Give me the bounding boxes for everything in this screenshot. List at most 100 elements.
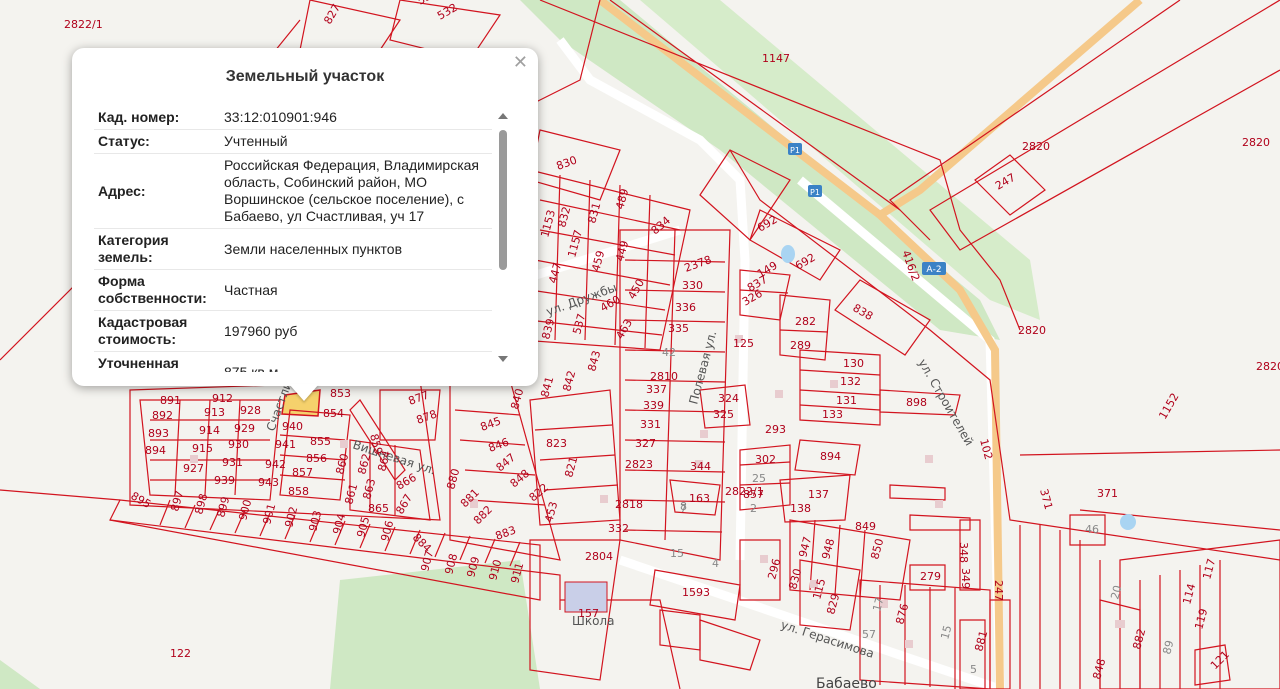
attribute-value: Учтенный	[220, 129, 492, 154]
parcel-number: 531	[415, 0, 440, 8]
parcel-number: 867	[393, 492, 415, 517]
parcel-number: 943	[258, 476, 279, 489]
parcel-number: 899	[214, 495, 232, 519]
attribute-value: 875 кв.м	[220, 351, 492, 372]
parcel-number: 157	[578, 607, 599, 620]
highway-badge: А-2	[922, 262, 946, 275]
parcel-number: 125	[733, 337, 754, 350]
scroll-down-icon[interactable]	[498, 356, 508, 362]
parcel-number: 854	[323, 407, 344, 420]
attribute-row: Статус: Учтенный	[94, 129, 492, 154]
parcel-number: 279	[920, 570, 941, 583]
parcel-number: 46	[1085, 523, 1099, 536]
parcel-number: 900	[236, 498, 254, 522]
parcel-number: 939	[214, 474, 235, 487]
parcel-number: 842	[560, 369, 578, 393]
parcel-number: 57	[862, 628, 876, 641]
parcel-number: 117	[1200, 557, 1218, 581]
svg-text:А-2: А-2	[926, 265, 941, 275]
parcel-number: 1147	[762, 52, 790, 65]
parcel-number: 855	[310, 435, 331, 448]
parcel-number: 831	[585, 201, 603, 225]
parcel-number: 847	[494, 451, 518, 474]
parcel-info-popup: Земельный участок ✕ Кад. номер: 33:12:010…	[72, 48, 538, 386]
close-icon[interactable]: ✕	[513, 52, 528, 73]
parcel-number: 893	[148, 427, 169, 440]
parcel-number: 898	[906, 396, 927, 409]
parcel-number: 2820	[1242, 136, 1270, 149]
parcel-number: 863	[360, 477, 378, 501]
parcel-number: 138	[790, 502, 811, 515]
parcel-number: 15	[938, 624, 954, 641]
parcel-number: 848	[508, 467, 532, 490]
parcel-number: 2820	[1018, 324, 1046, 337]
parcel-number: 843	[585, 349, 603, 373]
parcel-number: 860	[333, 452, 351, 476]
parcel-number: 840	[508, 387, 526, 411]
scrollbar-thumb[interactable]	[499, 130, 507, 270]
parcel-number: 940	[282, 420, 303, 433]
parcel-number: 282	[795, 315, 816, 328]
parcel-number: 904	[330, 512, 348, 536]
parcel-number: 827	[321, 2, 343, 27]
parcel-number: 5	[970, 663, 977, 676]
parcel-number: 894	[820, 450, 841, 463]
attribute-label: Статус:	[94, 129, 220, 154]
popup-scrollbar[interactable]	[498, 110, 510, 368]
parcel-number: 336	[675, 301, 696, 314]
parcel-number: 324	[718, 392, 739, 405]
popup-title: Земельный участок	[225, 68, 385, 85]
attribute-row: Форма собственности: Частная	[94, 269, 492, 311]
parcel-number: 861	[342, 482, 360, 506]
parcel-number: 332	[608, 522, 629, 535]
parcel-number: 948	[819, 537, 837, 561]
street-polevaya: Полевая ул.	[686, 329, 719, 406]
parcel-number: 133	[822, 408, 843, 421]
attribute-value: Частная	[220, 269, 492, 311]
attribute-value: Российская Федерация, Владимирская облас…	[220, 153, 492, 229]
parcel-number: 823	[546, 437, 567, 450]
parcel-number: 2	[750, 502, 757, 515]
svg-text:Р1: Р1	[790, 146, 800, 155]
parcel-number: 898	[192, 492, 210, 516]
parcel-number: 892	[152, 409, 173, 422]
parcel-number: 302	[755, 453, 776, 466]
attribute-label: Форма собственности:	[94, 269, 220, 311]
highway-badge: Р1	[788, 143, 802, 155]
parcel-number: 247	[992, 580, 1005, 601]
parcel-number: 841	[538, 375, 556, 399]
parcel-number: 447	[546, 261, 564, 285]
parcel-number: 371	[1037, 487, 1055, 511]
parcel-number: 905	[354, 515, 372, 539]
parcel-number: 941	[275, 438, 296, 451]
parcel-number: 1152	[1156, 391, 1181, 422]
parcel-number: 891	[160, 394, 181, 407]
parcel-number: 883	[494, 523, 518, 542]
parcel-number: 163	[689, 492, 710, 505]
parcel-number: 4	[712, 557, 719, 570]
parcel-number: 119	[1192, 607, 1210, 631]
parcel-attributes-table: Кад. номер: 33:12:010901:946 Статус: Учтенн…	[94, 106, 492, 372]
parcel-number: 897	[168, 489, 186, 513]
parcel-number: 2818	[615, 498, 643, 511]
parcel-number: 866	[394, 471, 419, 493]
attribute-value: 197960 руб	[220, 310, 492, 352]
parcel-number: 903	[306, 509, 324, 533]
parcel-number: 829	[824, 592, 842, 616]
parcel-number: 876	[893, 602, 911, 626]
scroll-up-icon[interactable]	[498, 113, 508, 119]
parcel-number: 337	[646, 383, 667, 396]
parcel-number: 335	[668, 322, 689, 335]
parcel-number: 907	[418, 549, 436, 573]
village-label: Бабаево	[816, 676, 877, 689]
attribute-label: Кадастровая стоимость:	[94, 310, 220, 352]
parcel-number: 20	[1108, 584, 1124, 601]
parcel-number: 2378	[683, 253, 714, 275]
parcel-number: 2804	[585, 550, 613, 563]
parcel-number: 132	[840, 375, 861, 388]
svg-text:Р1: Р1	[810, 188, 820, 197]
parcel-number: 929	[234, 422, 255, 435]
parcel-number: 42	[662, 346, 676, 359]
popup-content[interactable]: Кад. номер: 33:12:010901:946 Статус: Учтенн…	[94, 106, 492, 372]
parcel-number: 830	[555, 153, 579, 172]
